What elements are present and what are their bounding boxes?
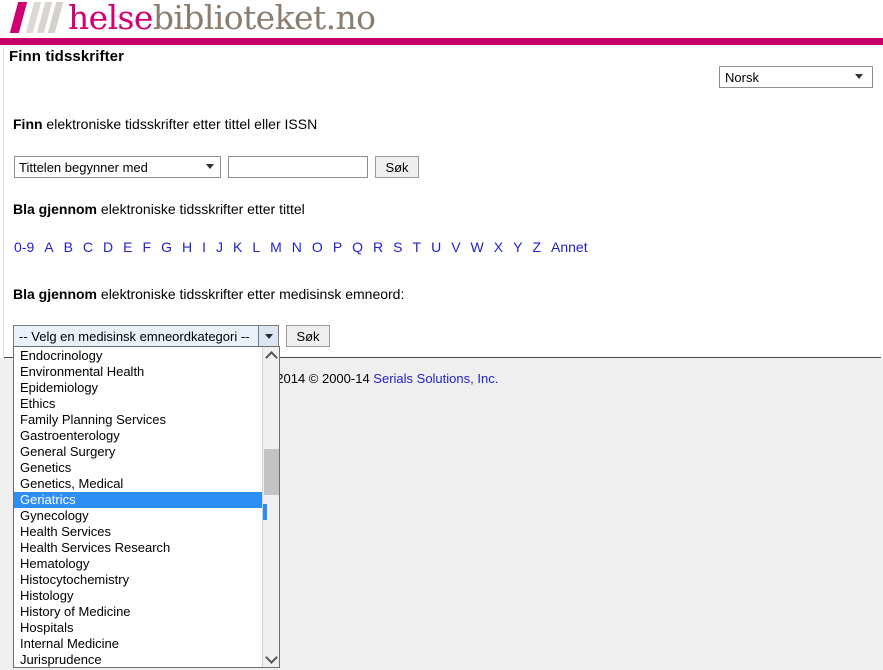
alpha-link-v[interactable]: V — [451, 239, 460, 255]
site-logo[interactable]: helsebiblioteket.no — [9, 0, 376, 38]
browse-title-heading-rest: elektroniske tidsskrifter etter tittel — [97, 201, 305, 217]
alpha-link-p[interactable]: P — [333, 239, 342, 255]
dropdown-item[interactable]: Histology — [14, 588, 262, 604]
dropdown-item[interactable]: Histocytochemistry — [14, 572, 262, 588]
subject-submit-button[interactable]: Søk — [286, 325, 330, 347]
dropdown-item[interactable]: Internal Medicine — [14, 636, 262, 652]
chevron-down-icon[interactable] — [263, 650, 279, 667]
alpha-link-a[interactable]: A — [44, 239, 53, 255]
dropdown-item[interactable]: Genetics, Medical — [14, 476, 262, 492]
scrollbar-thumb[interactable] — [264, 449, 279, 495]
alpha-link-g[interactable]: G — [161, 239, 172, 255]
dropdown-item[interactable]: Jurisprudence — [14, 652, 262, 667]
find-heading-rest: elektroniske tidsskrifter etter tittel e… — [42, 116, 318, 132]
alpha-link-f[interactable]: F — [143, 239, 152, 255]
alpha-link-b[interactable]: B — [64, 239, 73, 255]
dropdown-item[interactable]: Ethics — [14, 396, 262, 412]
logo-text-primary: helse — [68, 0, 153, 37]
dropdown-item[interactable]: Genetics — [14, 460, 262, 476]
alpha-link-w[interactable]: W — [471, 239, 484, 255]
alpha-link-s[interactable]: S — [393, 239, 402, 255]
chevron-up-icon[interactable] — [263, 347, 279, 364]
subject-category-select[interactable]: -- Velg en medisinsk emneordkategori -- — [13, 325, 279, 347]
subject-select-value: -- Velg en medisinsk emneordkategori -- — [19, 328, 250, 344]
serials-solutions-link[interactable]: Serials Solutions, Inc. — [373, 371, 498, 386]
alpha-link-0-9[interactable]: 0-9 — [14, 239, 34, 255]
search-type-select[interactable]: Tittelen begynner med — [14, 156, 221, 178]
content-left-border — [3, 48, 4, 358]
brand-color-bar — [0, 38, 883, 45]
browse-subject-heading: Bla gjennom elektroniske tidsskrifter et… — [13, 286, 404, 302]
dropdown-item[interactable]: Health Services Research — [14, 540, 262, 556]
search-input[interactable] — [228, 156, 368, 178]
dropdown-scrollbar[interactable] — [262, 347, 279, 667]
dropdown-item[interactable]: History of Medicine — [14, 604, 262, 620]
alpha-link-n[interactable]: N — [292, 239, 302, 255]
dropdown-item[interactable]: Hospitals — [14, 620, 262, 636]
dropdown-item[interactable]: Family Planning Services — [14, 412, 262, 428]
page-title: Finn tidsskrifter — [9, 48, 125, 65]
dropdown-item[interactable]: Gastroenterology — [14, 428, 262, 444]
browse-title-heading: Bla gjennom elektroniske tidsskrifter et… — [13, 201, 305, 217]
logo-text-secondary: biblioteket.no — [152, 0, 376, 37]
find-heading-strong: Finn — [13, 116, 43, 132]
alpha-link-r[interactable]: R — [373, 239, 383, 255]
dropdown-item[interactable]: Endocrinology — [14, 348, 262, 364]
page-content-sheet: helsebiblioteket.no Finn tidsskrifter No… — [0, 0, 883, 358]
alpha-link-d[interactable]: D — [103, 239, 113, 255]
chevron-down-icon[interactable] — [258, 326, 278, 346]
alphabet-nav: 0-9 A B C D E F G H I J K L M N O P Q R S T U V W X Y Z Annet — [14, 239, 588, 255]
alpha-link-l[interactable]: L — [252, 239, 260, 255]
alpha-link-h[interactable]: H — [182, 239, 192, 255]
alpha-link-k[interactable]: K — [233, 239, 242, 255]
alpha-link-z[interactable]: Z — [532, 239, 541, 255]
browse-subject-heading-rest: elektroniske tidsskrifter etter medisins… — [97, 286, 405, 302]
browse-title-heading-strong: Bla gjennom — [13, 201, 98, 217]
alpha-link-e[interactable]: E — [123, 239, 132, 255]
search-submit-button[interactable]: Søk — [375, 156, 419, 178]
find-section-heading: Finn elektroniske tidsskrifter etter tit… — [13, 116, 317, 132]
alpha-link-i[interactable]: I — [202, 239, 206, 255]
dropdown-item[interactable]: Hematology — [14, 556, 262, 572]
alpha-link-q[interactable]: Q — [352, 239, 363, 255]
logo-slash-icon — [9, 2, 28, 33]
dropdown-item[interactable]: Environmental Health — [14, 364, 262, 380]
subject-dropdown-list[interactable]: Endocrinology Environmental Health Epide… — [13, 346, 280, 668]
alpha-link-o[interactable]: O — [312, 239, 323, 255]
dropdown-item[interactable]: General Surgery — [14, 444, 262, 460]
browse-subject-heading-strong: Bla gjennom — [13, 286, 98, 302]
alpha-link-c[interactable]: C — [83, 239, 93, 255]
alpha-link-y[interactable]: Y — [513, 239, 522, 255]
alpha-link-m[interactable]: M — [270, 239, 282, 255]
alpha-link-u[interactable]: U — [431, 239, 441, 255]
dropdown-item-selected[interactable]: Geriatrics — [14, 492, 262, 508]
scrollbar-selection-marker — [263, 504, 267, 520]
alpha-link-x[interactable]: X — [494, 239, 503, 255]
logo-wordmark: helsebiblioteket.no — [68, 0, 376, 37]
site-masthead: helsebiblioteket.no — [0, 0, 883, 38]
dropdown-item[interactable]: Epidemiology — [14, 380, 262, 396]
alpha-link-t[interactable]: T — [413, 239, 422, 255]
language-select[interactable]: Norsk — [719, 66, 873, 88]
dropdown-item[interactable]: Gynecology — [14, 508, 262, 524]
dropdown-options-container: Endocrinology Environmental Health Epide… — [14, 347, 262, 667]
alpha-link-j[interactable]: J — [216, 239, 223, 255]
alpha-link-annet[interactable]: Annet — [551, 239, 588, 255]
dropdown-item[interactable]: Health Services — [14, 524, 262, 540]
